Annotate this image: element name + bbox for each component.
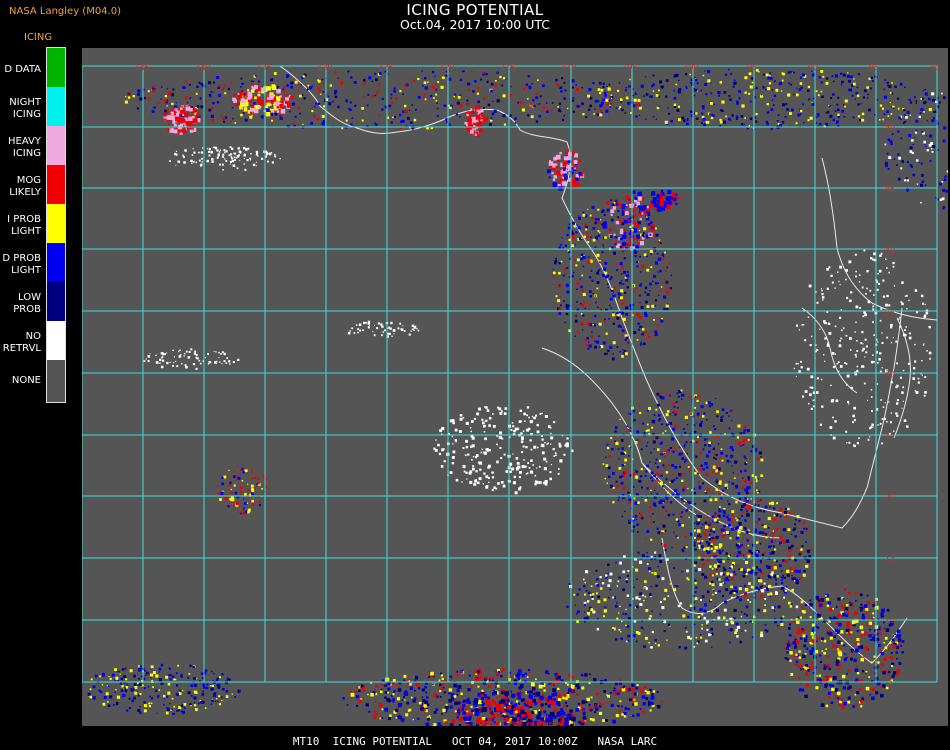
longitude-label: 140 xyxy=(195,63,210,72)
latitude-label: 30 xyxy=(885,369,895,378)
longitude-label: 100 xyxy=(683,63,698,72)
legend-swatch-low-prob xyxy=(47,282,65,321)
legend-swatch-no-retrieval xyxy=(47,321,65,360)
legend-label-none: NONE xyxy=(11,375,41,386)
latitude-label: 45 xyxy=(885,185,895,194)
longitude-label: 95 xyxy=(747,63,757,72)
legend-color-bar xyxy=(46,47,66,403)
legend-swatch-heavy-icing xyxy=(47,126,65,165)
icing-map: 145 140 135 130 125 120 115 110 105 100 95 90 85 8050… xyxy=(82,48,948,726)
latitude-label: 40 xyxy=(885,246,895,255)
legend-swatch-lo-prob-light xyxy=(47,243,65,282)
legend-label-night-icing: NIGHT ICING xyxy=(9,97,41,120)
latitude-label: 50 xyxy=(885,123,895,132)
legend-label-low-prob: LOW PROB xyxy=(13,292,41,315)
longitude-label: 130 xyxy=(317,63,332,72)
longitude-label: 105 xyxy=(622,63,637,72)
longitude-label: 120 xyxy=(439,63,454,72)
footer-caption: MT10 ICING POTENTIAL OCT 04, 2017 10:00Z… xyxy=(292,735,658,748)
legend-label-no-retrieval: NO RETRVL xyxy=(2,331,41,354)
longitude-label: 125 xyxy=(378,63,393,72)
legend-swatch-night-icing xyxy=(47,87,65,126)
legend-swatch-no-data xyxy=(47,48,65,87)
latitude-label: 25 xyxy=(885,431,895,440)
longitude-label: 90 xyxy=(808,63,818,72)
legend-label-heavy-icing: HEAVY ICING xyxy=(8,136,41,159)
legend-swatch-hi-prob-light xyxy=(47,204,65,243)
latitude-label: 5 xyxy=(887,677,892,686)
latitude-label: 10 xyxy=(885,616,895,625)
legend-label-no-data: D DATA xyxy=(4,64,41,75)
longitude-label: 115 xyxy=(500,63,515,72)
longitude-label: 145 xyxy=(134,63,149,72)
longitude-label: 85 xyxy=(869,63,879,72)
longitude-label: 80 xyxy=(930,63,940,72)
latitude-label: 20 xyxy=(885,493,895,502)
legend-label-hi-prob-light: I PROB LIGHT xyxy=(7,214,41,237)
longitude-label: 135 xyxy=(256,63,271,72)
latitude-label: 35 xyxy=(885,308,895,317)
latitude-label: 15 xyxy=(885,554,895,563)
product-label: ICING xyxy=(24,32,53,43)
map-background xyxy=(82,48,948,726)
legend-swatch-none xyxy=(47,360,65,402)
map-subtitle: Oct.04, 2017 10:00 UTC xyxy=(400,17,550,32)
legend-label-lo-prob-light: D PROB LIGHT xyxy=(2,253,41,276)
longitude-label: 110 xyxy=(561,63,576,72)
legend-swatch-mog-likely xyxy=(47,165,65,204)
legend-label-mog-likely: MOG LIKELY xyxy=(9,175,41,198)
